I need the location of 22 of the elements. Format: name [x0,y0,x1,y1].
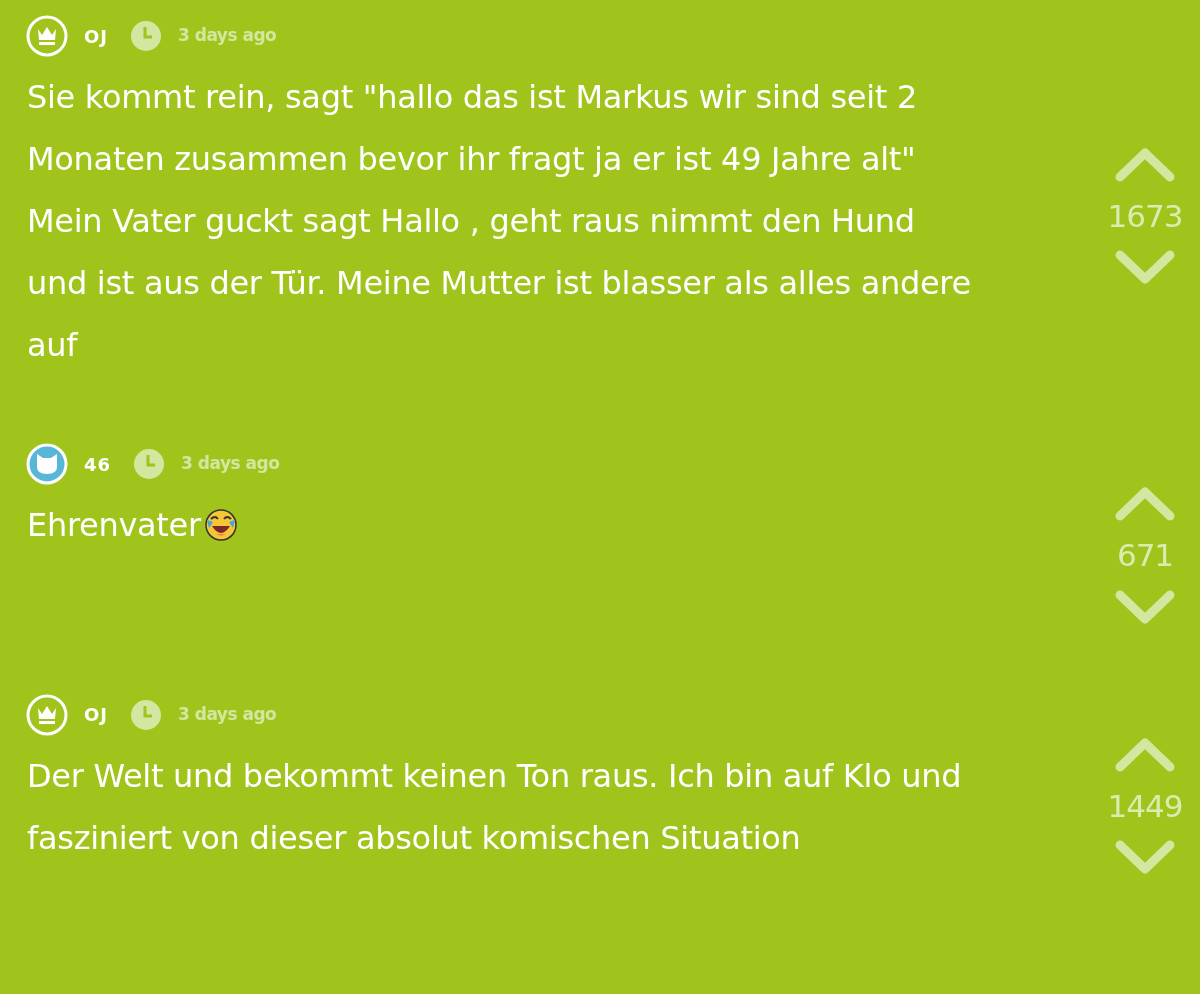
timestamp: 3 days ago [181,452,280,476]
upvote-icon[interactable] [1114,484,1176,522]
clock-icon [130,20,162,52]
author-name: OJ [84,703,108,727]
clock-icon [130,698,162,731]
timestamp: 3 days ago [178,24,277,48]
cat-avatar-icon [26,443,68,485]
comment-text: Ehrenvater [27,494,972,556]
crown-avatar-icon [26,693,68,736]
laughing-face-icon [202,506,239,542]
vote-count: 1673 [1107,196,1183,236]
downvote-icon[interactable] [1114,839,1176,877]
author-name: 46 [84,452,112,477]
clock-icon [133,448,166,480]
comment-text: Der Welt und bekommt keinen Ton raus. Ich bin auf Klo und fasziniert von dieser absolut komischen Situation [27,755,963,859]
author-name: OJ [84,24,108,49]
timestamp: 3 days ago [178,702,277,726]
downvote-icon[interactable] [1114,588,1176,627]
crown-avatar-icon [26,15,68,57]
vote-count: 671 [1116,536,1174,575]
vote-count: 1449 [1107,786,1183,826]
comment-text: Sie kommt rein, sagt "hallo das ist Markus wir sind seit 2 Monaten zusammen bevor ihr fragt ja er ist 49 Jahre alt" Mein Vater guckt sagt Hallo , geht raus nimmt den Hund und ist aus der Tür. Meine Mutter ist blasser als alles andere auf [27,77,972,366]
